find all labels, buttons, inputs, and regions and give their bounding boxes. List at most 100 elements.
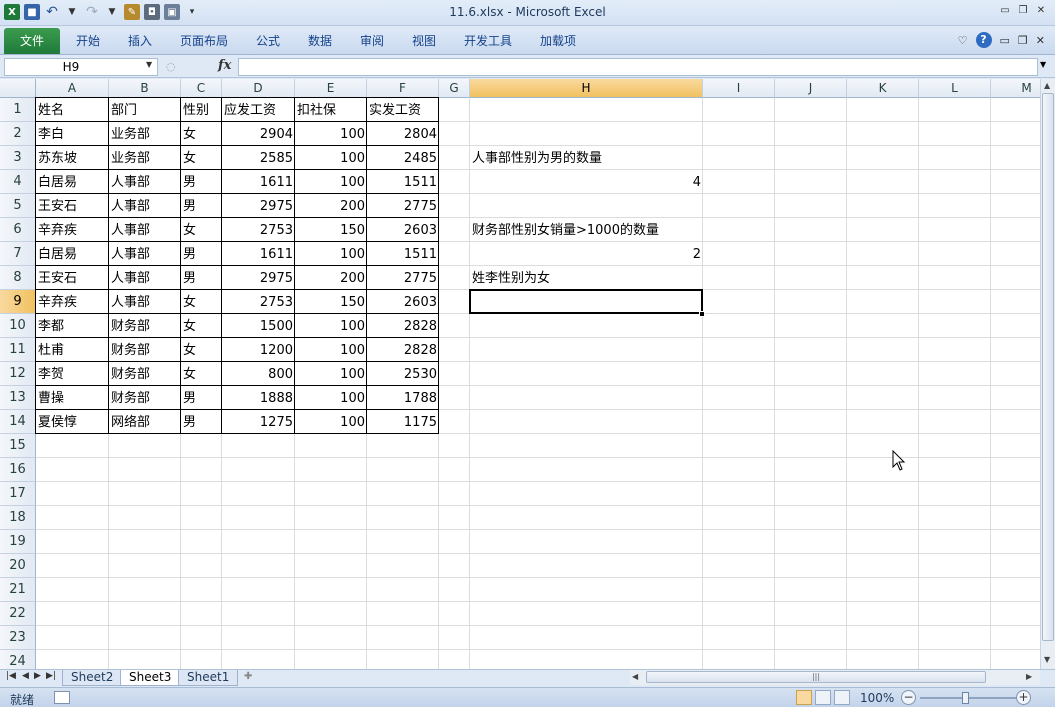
cell-h7-result[interactable]: 2 xyxy=(470,242,703,266)
row-header-15[interactable]: 15 xyxy=(0,434,36,458)
tab-home[interactable]: 开始 xyxy=(76,32,100,49)
sheet-tab-sheet2[interactable]: Sheet2 xyxy=(62,670,123,686)
close-icon[interactable]: ✕ xyxy=(1033,4,1049,18)
table-cell[interactable]: 辛弃疾 xyxy=(36,218,79,242)
tab-insert[interactable]: 插入 xyxy=(128,32,152,49)
table-cell[interactable]: 2828 xyxy=(367,314,439,338)
row-header-3[interactable]: 3 xyxy=(0,146,36,170)
zoom-level[interactable]: 100% xyxy=(860,691,894,705)
row-header-22[interactable]: 22 xyxy=(0,602,36,626)
table-cell[interactable]: 2485 xyxy=(367,146,439,170)
tab-addins[interactable]: 加载项 xyxy=(540,32,576,49)
table-cell[interactable]: 2585 xyxy=(222,146,295,170)
sheet-tab-sheet1[interactable]: Sheet1 xyxy=(178,670,239,686)
row-header-24[interactable]: 24 xyxy=(0,650,36,669)
table-cell[interactable]: 1511 xyxy=(367,242,439,266)
next-sheet-icon[interactable]: ▶ xyxy=(34,671,41,681)
row-header-11[interactable]: 11 xyxy=(0,338,36,362)
doc-close-icon[interactable]: ✕ xyxy=(1036,34,1045,47)
row-header-4[interactable]: 4 xyxy=(0,170,36,194)
insert-sheet-icon[interactable]: ✚ xyxy=(244,671,262,685)
tab-view[interactable]: 视图 xyxy=(412,32,436,49)
table-cell[interactable]: 李都 xyxy=(36,314,66,338)
column-header-l[interactable]: L xyxy=(919,79,991,98)
row-header-18[interactable]: 18 xyxy=(0,506,36,530)
table-cell[interactable]: 男 xyxy=(181,242,198,266)
last-sheet-icon[interactable]: ▶| xyxy=(46,671,56,681)
prev-sheet-icon[interactable]: ◀ xyxy=(22,671,29,681)
table-cell[interactable]: 男 xyxy=(181,194,198,218)
worksheet-grid[interactable]: A B C D E F G H I J K L M 1 2 3 4 5 6 7 8 9 10 11 12 13 14 15 16 17 18… xyxy=(0,79,1040,669)
doc-minimize-icon[interactable]: ▭ xyxy=(1000,34,1010,47)
help-icon[interactable]: ? xyxy=(975,32,992,48)
minimize-ribbon-icon[interactable]: ♡ xyxy=(958,34,968,47)
table-cell[interactable]: 150 xyxy=(295,218,367,242)
table-cell[interactable]: 男 xyxy=(181,386,198,410)
table-header-cell[interactable]: 性别 xyxy=(181,98,211,122)
doc-restore-icon[interactable]: ❐ xyxy=(1018,34,1028,47)
table-cell[interactable]: 白居易 xyxy=(36,242,79,266)
expand-formula-bar-icon[interactable]: ▼ xyxy=(1040,60,1046,69)
page-break-view-button[interactable] xyxy=(834,690,850,705)
zoom-out-icon[interactable]: − xyxy=(901,690,916,705)
table-cell[interactable]: 100 xyxy=(295,338,367,362)
row-header-12[interactable]: 12 xyxy=(0,362,36,386)
tab-review[interactable]: 审阅 xyxy=(360,32,384,49)
table-cell[interactable]: 1275 xyxy=(222,410,295,434)
horizontal-scroll-thumb[interactable]: ||| xyxy=(646,671,986,683)
table-cell[interactable]: 网络部 xyxy=(109,410,152,434)
table-cell[interactable]: 1175 xyxy=(367,410,439,434)
table-cell[interactable]: 2603 xyxy=(367,290,439,314)
sheet-tab-sheet3[interactable]: Sheet3 xyxy=(120,670,181,686)
table-cell[interactable]: 男 xyxy=(181,266,198,290)
row-header-7[interactable]: 7 xyxy=(0,242,36,266)
table-cell[interactable]: 人事部 xyxy=(109,266,152,290)
tab-page-layout[interactable]: 页面布局 xyxy=(180,32,228,49)
column-header-e[interactable]: E xyxy=(295,79,367,98)
table-cell[interactable]: 100 xyxy=(295,410,367,434)
active-cell-selection[interactable] xyxy=(469,289,703,314)
cell-h3-label[interactable]: 人事部性别为男的数量 xyxy=(470,146,604,170)
column-header-j[interactable]: J xyxy=(775,79,847,98)
table-header-cell[interactable]: 部门 xyxy=(109,98,139,122)
row-header-20[interactable]: 20 xyxy=(0,554,36,578)
zoom-slider[interactable] xyxy=(920,697,1018,699)
table-cell[interactable]: 女 xyxy=(181,314,198,338)
table-header-cell[interactable]: 实发工资 xyxy=(367,98,423,122)
table-cell[interactable]: 女 xyxy=(181,338,198,362)
table-cell[interactable]: 1611 xyxy=(222,242,295,266)
table-cell[interactable]: 2804 xyxy=(367,122,439,146)
scroll-up-icon[interactable]: ▲ xyxy=(1044,81,1050,90)
table-cell[interactable]: 2753 xyxy=(222,290,295,314)
row-header-2[interactable]: 2 xyxy=(0,122,36,146)
table-cell[interactable]: 1200 xyxy=(222,338,295,362)
vertical-scroll-thumb[interactable] xyxy=(1042,93,1054,641)
table-cell[interactable]: 2775 xyxy=(367,266,439,290)
formula-input[interactable] xyxy=(238,58,1038,76)
table-cell[interactable]: 男 xyxy=(181,170,198,194)
tab-formulas[interactable]: 公式 xyxy=(256,32,280,49)
table-cell[interactable]: 女 xyxy=(181,122,198,146)
row-header-6[interactable]: 6 xyxy=(0,218,36,242)
table-cell[interactable]: 2975 xyxy=(222,194,295,218)
table-cell[interactable]: 2530 xyxy=(367,362,439,386)
table-cell[interactable]: 2828 xyxy=(367,338,439,362)
table-cell[interactable]: 曹操 xyxy=(36,386,66,410)
macro-record-icon[interactable] xyxy=(54,691,70,704)
column-header-m[interactable]: M xyxy=(991,79,1040,98)
fill-handle[interactable] xyxy=(699,311,705,317)
restore-icon[interactable]: ❐ xyxy=(1015,4,1031,18)
minimize-icon[interactable]: ▭ xyxy=(997,4,1013,18)
zoom-slider-thumb[interactable] xyxy=(962,692,969,704)
table-cell[interactable]: 100 xyxy=(295,314,367,338)
table-cell[interactable]: 1500 xyxy=(222,314,295,338)
table-cell[interactable]: 100 xyxy=(295,146,367,170)
select-all-corner[interactable] xyxy=(0,79,36,98)
table-cell[interactable]: 财务部 xyxy=(109,338,152,362)
table-cell[interactable]: 人事部 xyxy=(109,242,152,266)
table-cell[interactable]: 人事部 xyxy=(109,290,152,314)
table-cell[interactable]: 150 xyxy=(295,290,367,314)
table-cell[interactable]: 1888 xyxy=(222,386,295,410)
table-cell[interactable]: 2975 xyxy=(222,266,295,290)
table-header-cell[interactable]: 应发工资 xyxy=(222,98,278,122)
